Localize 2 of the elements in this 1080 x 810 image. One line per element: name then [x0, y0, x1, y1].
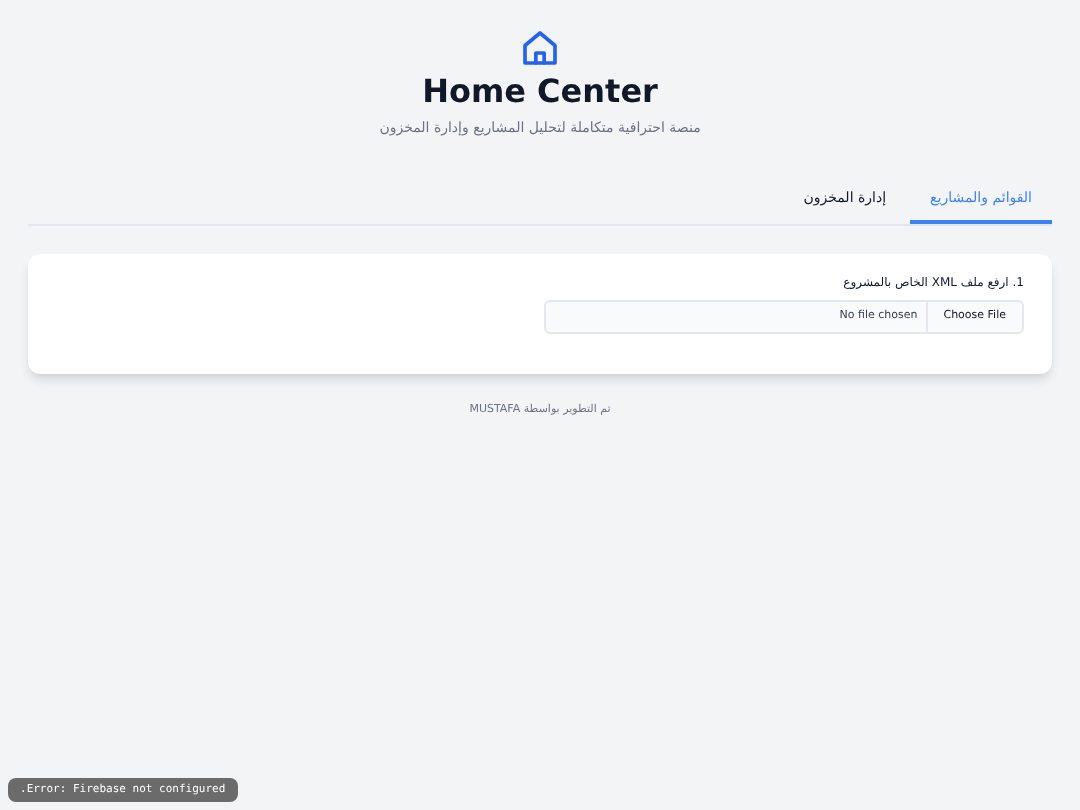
- home-icon: [520, 28, 560, 68]
- app-title: Home Center: [422, 72, 658, 112]
